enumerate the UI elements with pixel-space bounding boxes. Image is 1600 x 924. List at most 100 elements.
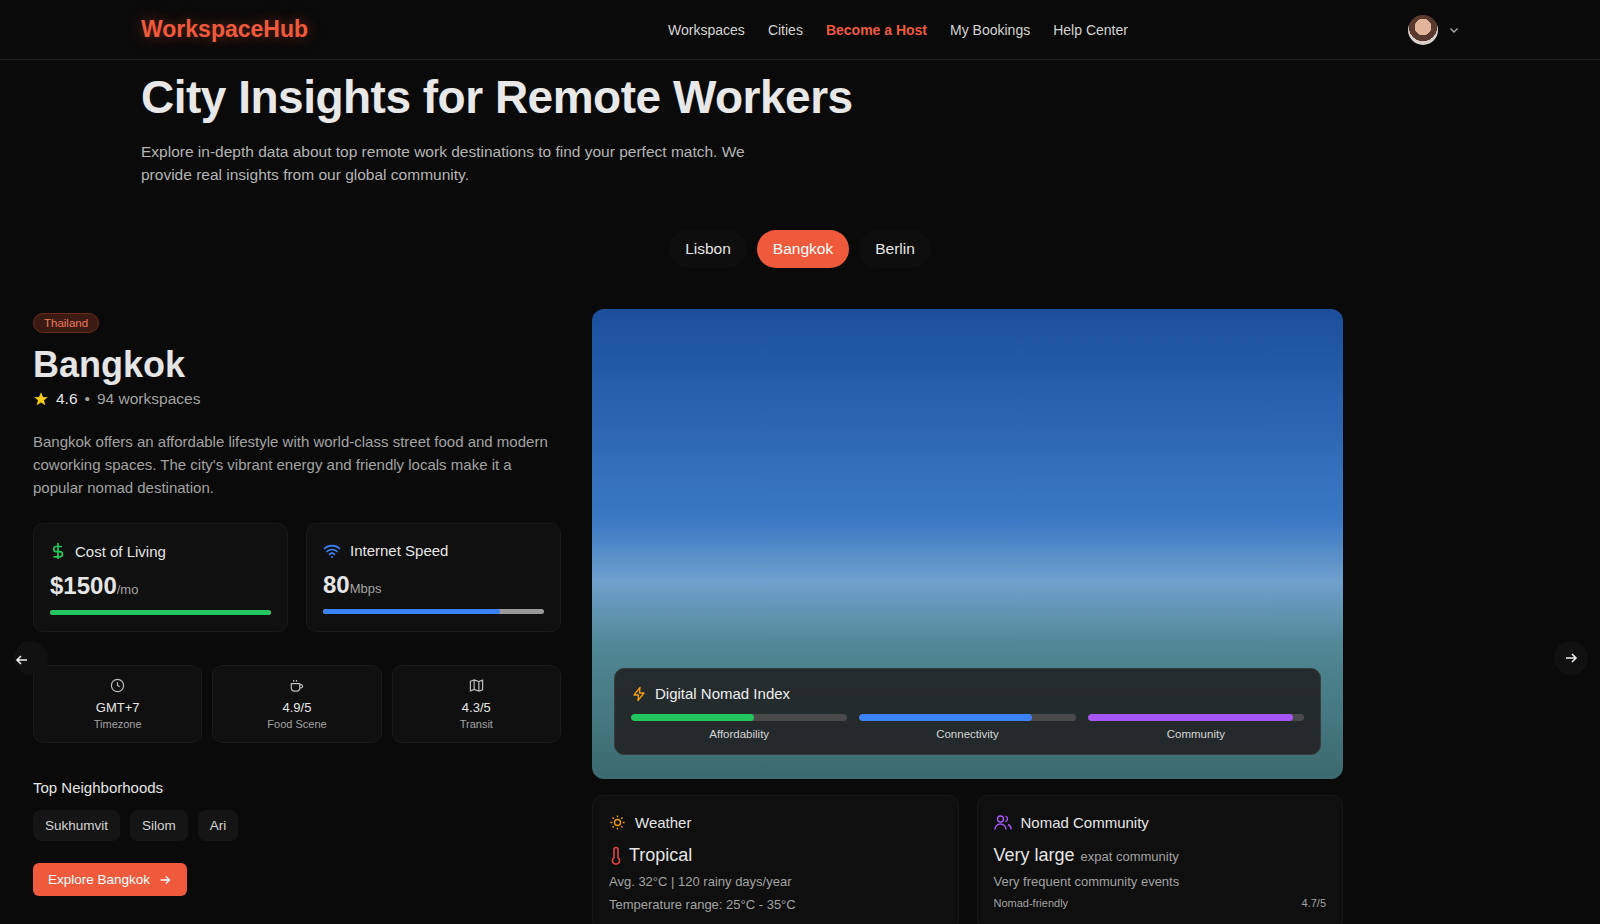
logo[interactable]: WorkspaceHub [141,16,308,43]
city-name: Bangkok [33,343,185,387]
city-tab[interactable]: Bangkok [757,230,849,268]
fact-card: 4.9/5 Food Scene [212,665,381,743]
index-bar-label: Affordability [709,728,769,740]
nomad-index-bars: Affordability Connectivity Community [631,714,1304,740]
nav-item[interactable]: Become a Host [826,22,927,38]
community-card: Nomad Community Very largeexpat communit… [977,795,1344,924]
page-title: City Insights for Remote Workers [141,70,1459,125]
clock-icon [110,678,125,693]
nav-item[interactable]: Help Center [1053,22,1128,38]
nomad-index: Digital Nomad Index Affordability Connec… [614,668,1321,755]
wifi-icon [323,543,341,559]
country-tag: Thailand [33,313,99,333]
index-bar: Affordability [631,714,847,740]
nomad-index-title: Digital Nomad Index [631,685,1304,702]
community-events: Very frequent community events [994,874,1327,889]
stat-card: Cost of Living $1500/mo [33,523,288,632]
index-bar-fill [859,714,1032,721]
community-size: Very largeexpat community [994,845,1327,866]
fact-label: Food Scene [267,718,326,730]
arrow-right-icon [1563,650,1579,666]
separator: • [85,390,90,408]
index-bar-fill [631,714,754,721]
next-button[interactable] [1554,641,1588,675]
bolt-icon [631,686,647,702]
stat-unit: Mbps [350,581,382,596]
index-bar-track [859,714,1075,721]
thermometer-icon [609,847,623,865]
index-bar-track [1088,714,1304,721]
fact-card: GMT+7 Timezone [33,665,202,743]
nav-item[interactable]: My Bookings [950,22,1030,38]
index-bar-label: Connectivity [936,728,999,740]
card-title: Weather [609,814,942,831]
stats: Cost of Living $1500/mo Internet Speed 8… [33,523,561,632]
index-bar: Community [1088,714,1304,740]
dollar-icon [50,542,66,560]
stat-label: Cost of Living [50,542,271,560]
community-metric: Nomad-friendly4.7/5 [994,897,1327,909]
nav-item[interactable]: Workspaces [668,22,745,38]
stat-bar-fill [323,609,500,614]
city-tabs: Lisbon Bangkok Berlin [0,230,1600,268]
city-description: Bangkok offers an affordable lifestyle w… [33,430,561,499]
card-title: Nomad Community [994,814,1327,831]
city-tab[interactable]: Berlin [859,230,931,268]
users-icon [994,814,1012,831]
header: WorkspaceHub Workspaces Cities Become a Ho… [0,0,1600,60]
rating: 4.6 [56,390,78,408]
star-icon [33,391,49,407]
stat-unit: /mo [117,582,139,597]
index-bar-track [631,714,847,721]
fact-value: 4.9/5 [283,700,312,715]
fact-value: GMT+7 [96,700,140,715]
rating-row: 4.6 • 94 workspaces [33,390,200,408]
city-media: Digital Nomad Index Affordability Connec… [592,309,1343,924]
city-carousel: Thailand Bangkok 4.6 • 94 workspaces Ban… [0,309,1600,924]
stat-bar [50,610,271,615]
explore-button[interactable]: Explore Bangkok [33,863,187,896]
stat-label: Internet Speed [323,542,544,559]
prev-button[interactable] [14,641,48,675]
avatar-icon[interactable] [1408,15,1438,45]
neighborhoods-title: Top Neighborhoods [33,779,163,796]
stat-card: Internet Speed 80Mbps [306,523,561,632]
chevron-down-icon[interactable] [1448,24,1460,36]
index-bar: Connectivity [859,714,1075,740]
neighborhoods: Sukhumvit Silom Ari [33,810,238,841]
neighborhood-chip[interactable]: Ari [198,810,239,841]
facts: GMT+7 Timezone 4.9/5 Food Scene 4.3/5 Tr… [33,665,561,743]
weather-detail: Avg. 32°C | 120 rainy days/year [609,874,942,889]
arrow-right-icon [158,873,172,887]
weather-type: Tropical [609,845,942,866]
arrow-left-icon [14,652,30,668]
nav-item[interactable]: Cities [768,22,803,38]
city-photo: Digital Nomad Index Affordability Connec… [592,309,1343,779]
info-cards: Weather Tropical Avg. 32°C | 120 rainy d… [592,795,1343,924]
fact-label: Transit [460,718,493,730]
fact-label: Timezone [94,718,142,730]
weather-detail: Temperature range: 25°C - 35°C [609,897,942,912]
workspace-count: 94 workspaces [97,390,200,408]
index-bar-label: Community [1167,728,1225,740]
map-icon [469,678,484,693]
stat-bar-fill [50,610,271,615]
neighborhood-chip[interactable]: Silom [130,810,188,841]
page-subtitle: Explore in-depth data about top remote w… [141,140,781,186]
user-menu[interactable] [1408,15,1460,45]
fact-card: 4.3/5 Transit [392,665,561,743]
page: WorkspaceHub Workspaces Cities Become a Ho… [0,0,1600,924]
stat-value: 80Mbps [323,571,544,599]
index-bar-fill [1088,714,1294,721]
city-info: Thailand Bangkok 4.6 • 94 workspaces Ban… [33,309,561,924]
coffee-icon [289,678,304,693]
stat-bar [323,609,544,614]
hero: City Insights for Remote Workers Explore… [0,60,1600,186]
fact-value: 4.3/5 [462,700,491,715]
city-tab[interactable]: Lisbon [669,230,747,268]
sun-icon [609,814,626,831]
main-nav: Workspaces Cities Become a Host My Bookings… [668,22,1128,38]
neighborhood-chip[interactable]: Sukhumvit [33,810,120,841]
stat-value: $1500/mo [50,572,271,600]
weather-card: Weather Tropical Avg. 32°C | 120 rainy d… [592,795,959,924]
